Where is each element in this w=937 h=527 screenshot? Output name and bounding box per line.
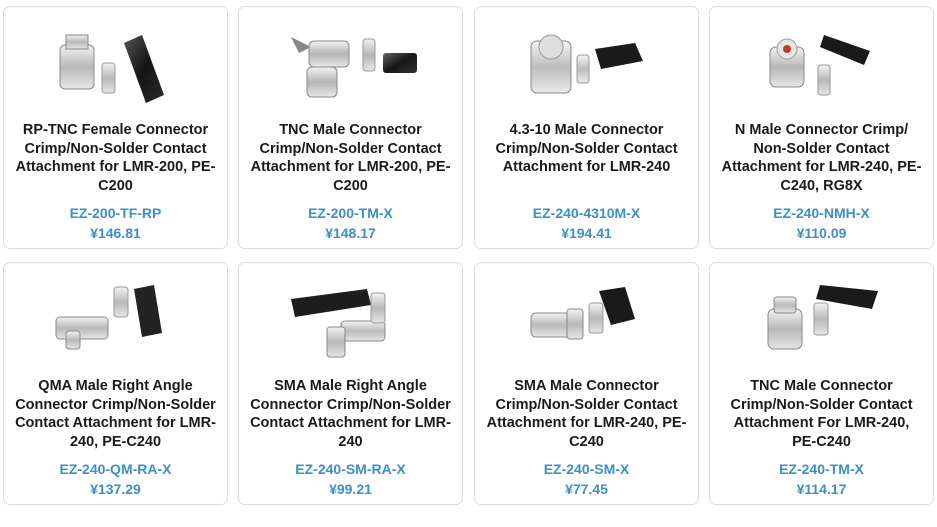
product-title[interactable]: SMA Male Connector Crimp/Non-Solder Cont… (485, 377, 688, 451)
product-sku[interactable]: EZ-200-TF-RP (4, 205, 227, 221)
product-sku[interactable]: EZ-240-SM-X (475, 461, 698, 477)
product-card[interactable]: SMA Male Connector Crimp/Non-Solder Cont… (474, 262, 699, 505)
product-price: ¥77.45 (565, 481, 608, 497)
product-sku[interactable]: EZ-240-TM-X (710, 461, 933, 477)
product-price: ¥194.41 (561, 225, 612, 241)
product-title[interactable]: N Male Connector Crimp/ Non-Solder Conta… (720, 121, 923, 195)
product-image[interactable] (475, 13, 700, 111)
product-image[interactable] (475, 269, 700, 367)
product-title[interactable]: RP-TNC Female Connector Crimp/Non-Solder… (14, 121, 217, 195)
product-price: ¥148.17 (325, 225, 376, 241)
product-price: ¥114.17 (796, 481, 847, 497)
product-image[interactable] (710, 269, 935, 367)
product-sku[interactable]: EZ-240-4310M-X (475, 205, 698, 221)
product-card[interactable]: TNC Male Connector Crimp/Non-Solder Cont… (709, 262, 934, 505)
product-card[interactable]: SMA Male Right Angle Connector Crimp/Non… (238, 262, 463, 505)
product-card[interactable]: QMA Male Right Angle Connector Crimp/Non… (3, 262, 228, 505)
product-title[interactable]: SMA Male Right Angle Connector Crimp/Non… (249, 377, 452, 451)
product-card[interactable]: TNC Male Connector Crimp/Non-Solder Cont… (238, 6, 463, 249)
product-price: ¥110.09 (796, 225, 847, 241)
product-price: ¥99.21 (329, 481, 372, 497)
product-title[interactable]: TNC Male Connector Crimp/Non-Solder Cont… (249, 121, 452, 195)
product-grid: RP-TNC Female Connector Crimp/Non-Solder… (0, 0, 937, 527)
product-sku[interactable]: EZ-240-NMH-X (710, 205, 933, 221)
product-image[interactable] (239, 269, 464, 367)
product-title[interactable]: TNC Male Connector Crimp/Non-Solder Cont… (720, 377, 923, 451)
product-title[interactable]: 4.3-10 Male Connector Crimp/Non-Solder C… (485, 121, 688, 177)
product-image[interactable] (4, 13, 229, 111)
product-sku[interactable]: EZ-240-QM-RA-X (4, 461, 227, 477)
product-image[interactable] (710, 13, 935, 111)
product-title[interactable]: QMA Male Right Angle Connector Crimp/Non… (14, 377, 217, 451)
product-price: ¥137.29 (90, 481, 141, 497)
product-card[interactable]: RP-TNC Female Connector Crimp/Non-Solder… (3, 6, 228, 249)
product-sku[interactable]: EZ-240-SM-RA-X (239, 461, 462, 477)
product-card[interactable]: N Male Connector Crimp/ Non-Solder Conta… (709, 6, 934, 249)
product-sku[interactable]: EZ-200-TM-X (239, 205, 462, 221)
product-price: ¥146.81 (90, 225, 141, 241)
product-image[interactable] (239, 13, 464, 111)
product-image[interactable] (4, 269, 229, 367)
product-card[interactable]: 4.3-10 Male Connector Crimp/Non-Solder C… (474, 6, 699, 249)
